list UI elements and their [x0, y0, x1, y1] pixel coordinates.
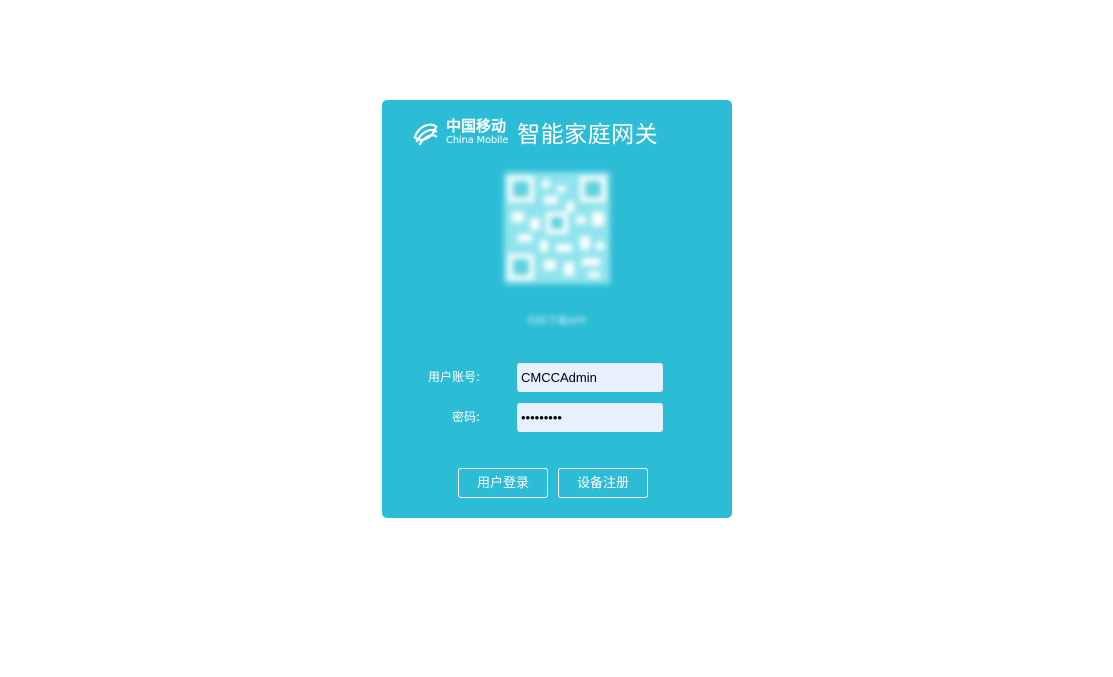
china-mobile-logo-icon — [413, 123, 438, 145]
password-row: 密码: — [382, 403, 732, 432]
brand-header: 中国移动 China Mobile 智能家庭网关 — [410, 114, 658, 150]
login-button[interactable]: 用户登录 — [458, 468, 548, 498]
product-title: 智能家庭网关 — [517, 122, 659, 148]
login-panel: 中国移动 China Mobile 智能家庭网关 扫码下载APP 用户账号: C… — [382, 100, 732, 518]
qr-code — [504, 172, 610, 284]
username-input[interactable] — [517, 363, 663, 392]
brand-company-en: China Mobile — [446, 134, 509, 146]
device-register-button[interactable]: 设备注册 — [558, 468, 648, 498]
username-row: 用户账号: — [382, 363, 732, 392]
qr-code-icon — [504, 172, 610, 284]
password-input[interactable] — [517, 403, 663, 432]
username-label: 用户账号: — [427, 370, 480, 384]
password-label: 密码: — [451, 410, 480, 424]
brand-company-cn: 中国移动 — [446, 116, 507, 135]
qr-caption: 扫码下载APP — [527, 316, 587, 327]
brand-company-name: 中国移动 China Mobile — [446, 116, 509, 146]
